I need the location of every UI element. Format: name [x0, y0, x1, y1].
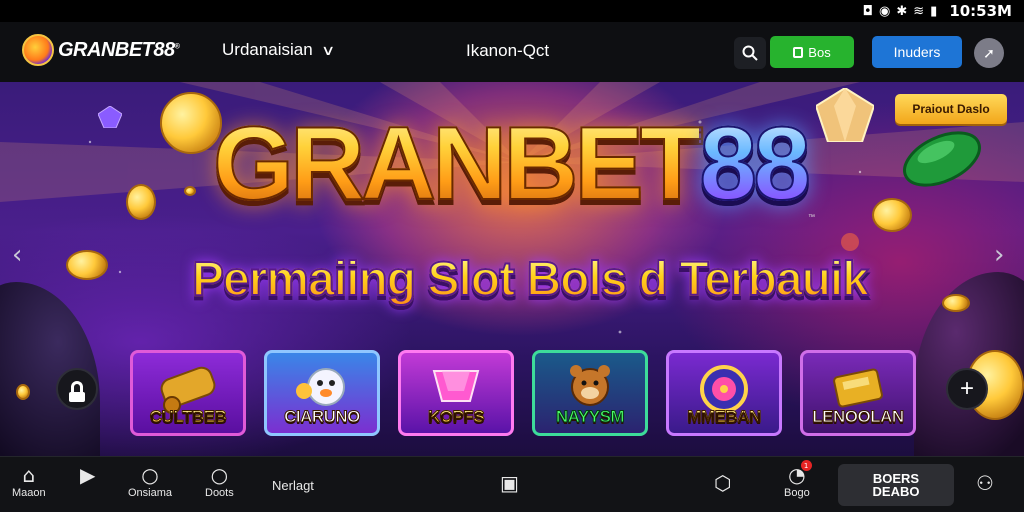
- bottom-nav-share[interactable]: ⬡: [714, 471, 731, 495]
- game-tile-label: NAYYSM: [555, 407, 625, 427]
- bottom-nav-bar: ⌂ Maaon ▶ ○ Onsiama ○ Doots Nerlagt ▣ ⬡ …: [0, 456, 1024, 512]
- bottom-nav-play[interactable]: ▶: [80, 463, 95, 487]
- user-icon: ➚: [983, 44, 995, 61]
- bottom-nav-home[interactable]: ⌂ Maaon: [12, 463, 46, 499]
- alarm-icon: ◉: [879, 3, 891, 19]
- coin-decoration: [16, 384, 30, 400]
- app-root: ◘ ◉ ✱ ≋ ▮ 10:53M GRANBET88® Urdanaisian …: [0, 0, 1024, 512]
- wifi-icon: ≋: [913, 3, 925, 19]
- nfc-icon: ◘: [862, 3, 873, 19]
- logo-emblem-icon: [22, 34, 54, 66]
- site-logo[interactable]: GRANBET88®: [22, 34, 180, 66]
- nav-dropdown[interactable]: Urdanaisian ∨: [222, 40, 336, 60]
- play-icon: ▶: [80, 463, 96, 487]
- coin-decoration: [942, 294, 970, 312]
- notification-badge: 1: [800, 460, 812, 471]
- bottom-nav-tablet[interactable]: ▣: [500, 471, 519, 495]
- wallet-button-label: Bos: [808, 44, 831, 60]
- logo-text: GRANBET88®: [58, 38, 180, 61]
- bottom-nav-item[interactable]: ○ Doots: [205, 463, 234, 499]
- plus-icon: +: [959, 375, 974, 402]
- nav-dropdown-label: Urdanaisian: [222, 40, 313, 59]
- add-button[interactable]: +: [946, 368, 988, 410]
- game-tile[interactable]: LENOOLAN: [800, 350, 916, 436]
- nav-link[interactable]: Ikanon-Qct: [466, 41, 549, 61]
- game-tile[interactable]: CIARUNO: [264, 350, 380, 436]
- cta-line-2: DEABO: [872, 484, 920, 499]
- home-icon: ⌂: [22, 463, 36, 487]
- search-icon: [742, 45, 758, 61]
- gem-decoration: [841, 233, 859, 251]
- chevron-down-icon: ∨: [320, 41, 336, 58]
- coin-decoration: [126, 184, 156, 220]
- bottom-nav-menu[interactable]: ⚇: [976, 471, 994, 495]
- bottom-nav-label: Doots: [205, 487, 234, 499]
- user-avatar[interactable]: ➚: [974, 38, 1004, 68]
- trademark-symbol: ™: [808, 214, 815, 221]
- share-icon: ⬡: [714, 471, 732, 495]
- bottom-nav-text-link[interactable]: Nerlagt: [272, 478, 314, 493]
- game-tiles: CULTBEB CIARUNO KOPFS NAYYSM MMEBAN LENO…: [130, 350, 916, 436]
- status-bar: ◘ ◉ ✱ ≋ ▮ 10:53M: [0, 0, 1024, 22]
- game-tile[interactable]: NAYYSM: [532, 350, 648, 436]
- game-tile-label: CULTBEB: [149, 407, 227, 427]
- status-time: 10:53M: [949, 2, 1012, 20]
- bottom-nav-bonus[interactable]: ◔ 1 Bogo: [784, 460, 812, 499]
- coin-decoration: [66, 250, 108, 280]
- hero-title-number: 88: [698, 106, 812, 222]
- lock-button[interactable]: [56, 368, 98, 410]
- promo-badge-button[interactable]: Praiout Daslo: [895, 94, 1007, 124]
- game-tile-label: MMEBAN: [687, 407, 762, 427]
- circle-icon: ○: [141, 463, 159, 487]
- bottom-nav-item[interactable]: ○ Onsiama: [128, 463, 172, 499]
- login-button[interactable]: Inuders: [872, 36, 962, 68]
- gem-decoration: [98, 106, 122, 128]
- lock-icon: [69, 381, 85, 402]
- game-tile[interactable]: KOPFS: [398, 350, 514, 436]
- bluetooth-icon: ✱: [896, 3, 908, 19]
- wallet-icon: [793, 46, 804, 58]
- circle-icon: ○: [210, 463, 229, 487]
- bottom-nav-label: Onsiama: [128, 487, 173, 499]
- game-tile[interactable]: CULTBEB: [130, 350, 246, 436]
- gem-decoration: [903, 131, 981, 187]
- tablet-icon: ▣: [500, 471, 519, 495]
- game-tile-label: CIARUNO: [284, 407, 361, 427]
- hero-title-main: GRANBET: [212, 106, 704, 222]
- battery-icon: ▮: [930, 3, 938, 19]
- carousel-prev-arrow-icon[interactable]: ‹: [12, 240, 22, 270]
- bottom-nav-label: Maaon: [12, 487, 46, 499]
- game-tile-label: LENOOLAN: [812, 407, 905, 427]
- gift-icon: ◔ 1: [788, 460, 812, 487]
- wallet-button[interactable]: Bos: [770, 36, 854, 68]
- game-tile[interactable]: MMEBAN: [666, 350, 782, 436]
- top-header: GRANBET88® Urdanaisian ∨ Ikanon-Qct Bos …: [0, 22, 1024, 82]
- hero-banner[interactable]: GRANBET88 ™ Permaiing Slot Bols d Terbau…: [0, 82, 1024, 456]
- search-button[interactable]: [734, 37, 766, 69]
- carousel-next-arrow-icon[interactable]: ›: [994, 240, 1004, 270]
- hero-subtitle: Permaiing Slot Bols d Terbauik: [170, 252, 890, 307]
- people-icon: ⚇: [976, 471, 994, 495]
- coin-decoration: [872, 198, 912, 232]
- hero-title: GRANBET88: [180, 111, 840, 217]
- bottom-nav-label: Bogo: [784, 487, 810, 499]
- bottom-cta-button[interactable]: BOERS DEABO: [838, 464, 954, 506]
- game-tile-label: KOPFS: [427, 407, 485, 427]
